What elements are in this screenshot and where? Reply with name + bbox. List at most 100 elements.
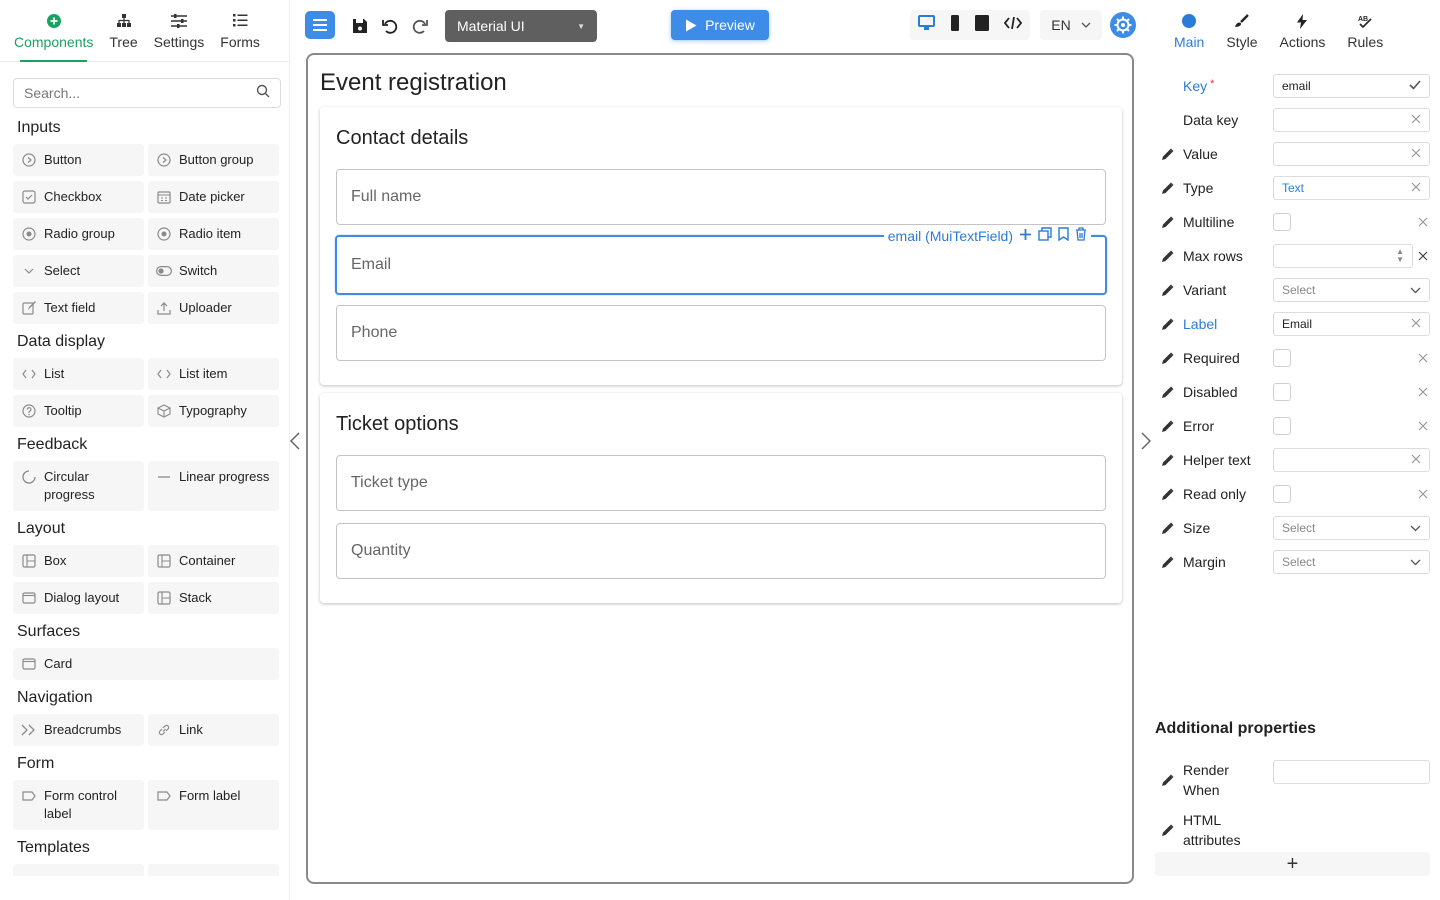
search-icon[interactable] — [256, 84, 270, 103]
component-linear-progress[interactable]: Linear progress — [148, 461, 279, 511]
tablet-icon[interactable] — [975, 14, 990, 36]
bookmark-icon[interactable] — [1058, 227, 1069, 244]
quantity-field[interactable]: Quantity — [336, 523, 1106, 579]
required-checkbox[interactable] — [1273, 349, 1291, 367]
component-form-label[interactable]: Form label — [148, 780, 279, 830]
phone-icon[interactable] — [950, 14, 960, 36]
theme-settings-button[interactable] — [1110, 12, 1136, 38]
component-radio-item[interactable]: Radio item — [148, 218, 279, 250]
form-canvas[interactable]: Event registration Contact details Full … — [306, 53, 1134, 884]
search-input[interactable] — [24, 85, 256, 101]
size-select[interactable]: Select — [1273, 516, 1430, 540]
tab-actions[interactable]: Actions — [1279, 0, 1325, 62]
helper-text-input[interactable] — [1273, 448, 1430, 472]
component-dialog-layout[interactable]: Dialog layout — [13, 582, 144, 614]
component-breadcrumbs[interactable]: Breadcrumbs — [13, 714, 144, 746]
margin-select[interactable]: Select — [1273, 550, 1430, 574]
copy-icon[interactable] — [1038, 227, 1052, 244]
ui-library-select[interactable]: Material UI ▼ — [445, 10, 597, 42]
component-text-field[interactable]: Text field — [13, 292, 144, 324]
component-form-control-label[interactable]: Form control label — [13, 780, 144, 830]
data-key-input[interactable] — [1273, 108, 1430, 132]
tab-forms[interactable]: Forms — [212, 0, 268, 61]
component-typography[interactable]: Typography — [148, 395, 279, 427]
tab-tree[interactable]: Tree — [101, 0, 145, 61]
component-list-item[interactable]: List item — [148, 358, 279, 390]
component-circular-progress[interactable]: Circular progress — [13, 461, 144, 511]
clear-icon[interactable] — [1418, 384, 1428, 400]
full-name-field[interactable]: Full name — [336, 169, 1106, 225]
component-link[interactable]: Link — [148, 714, 279, 746]
component-container[interactable]: Container — [148, 545, 279, 577]
prop-label: Size — [1183, 520, 1273, 536]
tab-components[interactable]: Components — [6, 0, 101, 62]
ticket-type-field[interactable]: Ticket type — [336, 455, 1106, 511]
render-when-input[interactable] — [1273, 760, 1430, 784]
delete-icon[interactable] — [1075, 227, 1087, 244]
component-label: Button — [44, 152, 82, 167]
language-select[interactable]: EN — [1040, 10, 1102, 40]
clear-icon[interactable] — [1418, 214, 1428, 230]
component-item[interactable] — [13, 864, 144, 876]
component-stack[interactable]: Stack — [148, 582, 279, 614]
redo-button[interactable] — [408, 14, 432, 38]
tab-settings[interactable]: Settings — [146, 0, 213, 61]
multiline-checkbox[interactable] — [1273, 213, 1291, 231]
component-button-group[interactable]: Button group — [148, 144, 279, 176]
desktop-icon[interactable] — [917, 14, 935, 36]
collapse-left-arrow[interactable] — [289, 430, 301, 458]
select-icon — [21, 263, 37, 279]
stepper-arrows-icon[interactable]: ▲ ▼ — [1396, 248, 1404, 264]
type-input[interactable]: Text — [1273, 176, 1430, 200]
component-box[interactable]: Box — [13, 545, 144, 577]
clear-icon[interactable] — [1411, 453, 1421, 467]
max-rows-stepper[interactable]: ▲ ▼ — [1273, 244, 1413, 268]
section-contact-details[interactable]: Contact details Full name Email email (M… — [320, 107, 1122, 385]
clear-icon[interactable] — [1411, 317, 1421, 331]
save-button[interactable] — [348, 14, 372, 38]
email-field[interactable]: Email email (MuiTextField) — [335, 227, 1107, 295]
component-search[interactable] — [13, 78, 281, 108]
clear-icon[interactable] — [1418, 418, 1428, 434]
clear-icon[interactable] — [1418, 350, 1428, 366]
prop-label: Data key — [1183, 112, 1273, 128]
tab-style[interactable]: Style — [1226, 0, 1257, 62]
code-icon[interactable] — [1004, 16, 1023, 35]
read-only-checkbox[interactable] — [1273, 485, 1291, 503]
phone-field[interactable]: Phone — [336, 305, 1106, 361]
component-button[interactable]: Button — [13, 144, 144, 176]
tab-rules[interactable]: AB Rules — [1347, 0, 1383, 62]
add-icon[interactable] — [1019, 228, 1032, 244]
component-switch[interactable]: Switch — [148, 255, 279, 287]
component-card[interactable]: Card — [13, 648, 279, 680]
add-property-button[interactable]: + — [1155, 852, 1430, 876]
error-checkbox[interactable] — [1273, 417, 1291, 435]
tab-main[interactable]: Main — [1174, 0, 1204, 62]
check-icon[interactable] — [1409, 79, 1421, 93]
component-checkbox[interactable]: Checkbox — [13, 181, 144, 213]
key-input[interactable]: email — [1273, 74, 1430, 98]
variant-select[interactable]: Select — [1273, 278, 1430, 302]
clear-icon[interactable] — [1411, 113, 1421, 127]
component-list[interactable]: List — [13, 358, 144, 390]
preview-button[interactable]: Preview — [671, 10, 769, 40]
section-ticket-options[interactable]: Ticket options Ticket type Quantity — [320, 393, 1122, 603]
label-input[interactable]: Email — [1273, 312, 1430, 336]
component-radio-group[interactable]: Radio group — [13, 218, 144, 250]
selected-component-label: email (MuiTextField) — [883, 227, 1091, 244]
component-select[interactable]: Select — [13, 255, 144, 287]
clear-icon[interactable] — [1411, 181, 1421, 195]
clear-icon[interactable] — [1418, 248, 1428, 264]
prop-value: Select — [1282, 521, 1316, 535]
group-title-templates: Templates — [17, 839, 90, 856]
component-tooltip[interactable]: Tooltip — [13, 395, 144, 427]
undo-button[interactable] — [378, 14, 402, 38]
component-item[interactable] — [148, 864, 279, 876]
clear-icon[interactable] — [1418, 486, 1428, 502]
clear-icon[interactable] — [1411, 147, 1421, 161]
component-date-picker[interactable]: Date picker — [148, 181, 279, 213]
value-input[interactable] — [1273, 142, 1430, 166]
disabled-checkbox[interactable] — [1273, 383, 1291, 401]
menu-button[interactable] — [305, 11, 335, 39]
component-uploader[interactable]: Uploader — [148, 292, 279, 324]
